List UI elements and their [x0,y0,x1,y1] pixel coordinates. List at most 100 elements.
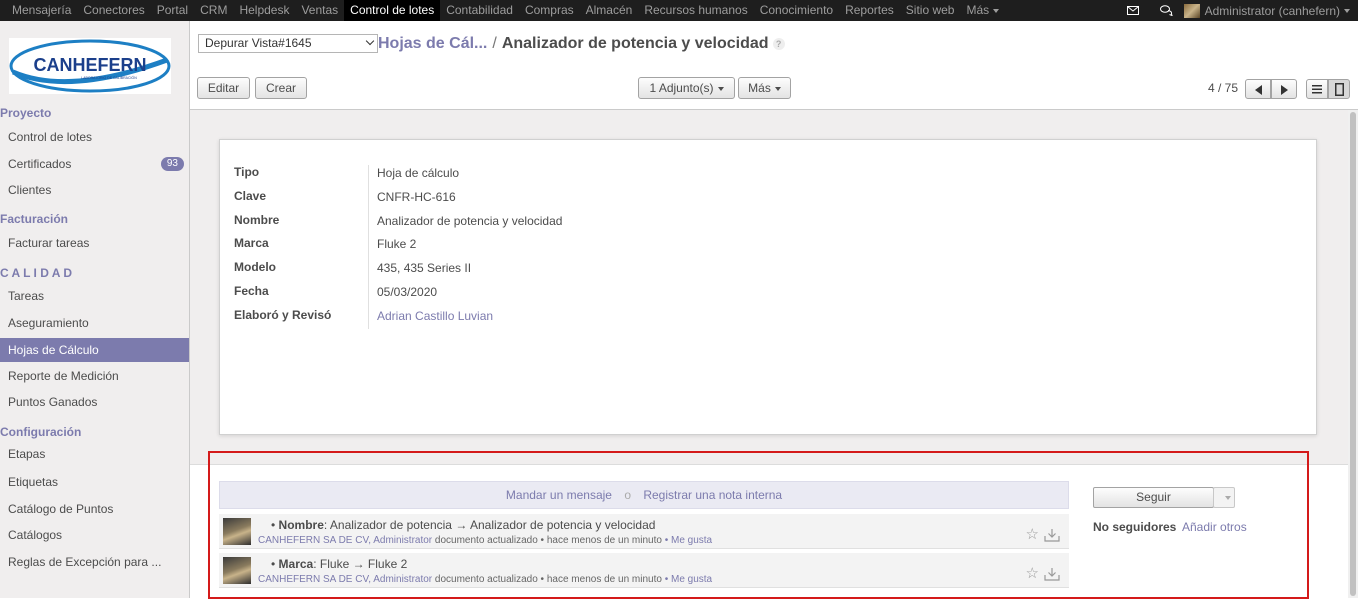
count-badge: 93 [160,157,184,171]
menu-control-de-lotes[interactable]: Control de lotes [344,0,441,21]
sidebar-item-reporte-de-medicion[interactable]: Reporte de Medición [0,364,189,388]
menu-compras[interactable]: Compras [519,0,580,21]
sidebar-item-puntos-ganados[interactable]: Puntos Ganados [0,390,189,414]
sidebar-item-aseguramiento[interactable]: Aseguramiento [0,311,189,335]
create-button[interactable]: Crear [255,77,307,99]
send-message-link[interactable]: Mandar un mensaje [506,488,612,502]
field-label-marca: Marca [234,236,269,250]
scrollbar-thumb[interactable] [1350,112,1356,596]
more-button[interactable]: Más [738,77,791,99]
field-label-fecha: Fecha [234,284,269,298]
chatter-message: • Marca: Fluke → Fluke 2 CANHEFERN SA DE… [219,553,1069,588]
field-label-elaboro-reviso: Elaboró y Revisó [234,308,332,322]
help-icon[interactable]: ? [772,37,785,50]
log-note-link[interactable]: Registrar una nota interna [643,488,782,502]
sidebar-item-control-de-lotes[interactable]: Control de lotes [0,125,189,149]
like-link[interactable]: • Me gusta [665,574,712,585]
attachments-label: 1 Adjunto(s) [649,81,714,95]
download-icon[interactable] [1044,567,1060,581]
sidebar-item-hojas-de-calculo[interactable]: Hojas de Cálculo [0,338,189,362]
sidebar-item-catalogo-de-puntos[interactable]: Catálogo de Puntos [0,497,189,521]
form-sheet: Tipo Hoja de cálculo Clave CNFR-HC-616 N… [219,139,1317,435]
changed-field: Marca [278,557,314,571]
menu-ventas[interactable]: Ventas [295,0,344,21]
logo-subtext: LABORATORIO DE CALIBRACIÓN [81,75,137,80]
debug-view-select[interactable]: Depurar Vista#1645 [198,34,378,53]
user-menu[interactable]: Administrator (canhefern) [1205,4,1350,18]
menu-conocimiento[interactable]: Conocimiento [754,0,839,21]
company-logo[interactable]: CANHEFERN LABORATORIO DE CALIBRACIÓN [9,38,171,94]
breadcrumb-parent[interactable]: Hojas de Cál... [378,35,487,52]
menu-mas[interactable]: Más [960,0,1005,21]
menu-almacen[interactable]: Almacén [580,0,639,21]
sidebar-item-etiquetas[interactable]: Etiquetas [0,470,189,494]
star-icon[interactable]: ☆ [1026,527,1039,542]
download-icon[interactable] [1044,528,1060,542]
chatter: Mandar un mensaje o Registrar una nota i… [190,451,1348,599]
sidebar-item-label: Reporte de Medición [8,369,119,383]
change-text: : Analizador de potencia → Analizador de… [323,518,656,532]
add-followers-link[interactable]: Añadir otros [1182,520,1247,534]
message-author[interactable]: CANHEFERN SA DE CV, Administrator [258,535,432,546]
follow-button[interactable]: Seguir [1093,487,1214,508]
menu-portal[interactable]: Portal [151,0,194,21]
like-label: Me gusta [670,535,713,546]
field-label-tipo: Tipo [234,165,260,179]
like-label: Me gusta [670,574,713,585]
menu-recursos-humanos[interactable]: Recursos humanos [638,0,753,21]
list-view-button[interactable] [1306,79,1328,99]
debug-view-value: Depurar Vista#1645 [205,36,312,50]
sidebar-item-label: Control de lotes [8,130,93,144]
form-view-button[interactable] [1328,79,1350,99]
menu-reportes[interactable]: Reportes [839,0,900,21]
field-value-elaboro-reviso[interactable]: Adrian Castillo Luvian [377,309,493,323]
scrollbar[interactable] [1348,110,1358,598]
sidebar-item-tareas[interactable]: Tareas [0,284,189,308]
message-meta: CANHEFERN SA DE CV, Administrator docume… [258,574,713,585]
sidebar-item-clientes[interactable]: Clientes [0,178,189,202]
arrow-left-icon [1254,84,1262,95]
section-configuracion: Configuración [0,425,82,439]
menu-sitio-web[interactable]: Sitio web [900,0,961,21]
breadcrumb-separator: / [492,35,497,52]
menu-contabilidad[interactable]: Contabilidad [440,0,519,21]
sidebar-item-catalogos[interactable]: Catálogos [0,523,189,547]
message-body: • Nombre: Analizador de potencia → Anali… [271,518,656,532]
sidebar-item-label: Clientes [8,183,52,197]
sidebar-item-label: Etapas [8,447,46,461]
menu-conectores[interactable]: Conectores [77,0,150,21]
sidebar-item-facturar-tareas[interactable]: Facturar tareas [0,231,189,255]
sidebar-item-label: Tareas [8,289,45,303]
menu-crm[interactable]: CRM [194,0,233,21]
logo-text: CANHEFERN [33,55,146,75]
sidebar-item-certificados[interactable]: Certificados 93 [0,152,189,176]
form-view: Tipo Hoja de cálculo Clave CNFR-HC-616 N… [190,110,1348,599]
sidebar-item-etapas[interactable]: Etapas [0,442,189,466]
follow-dropdown[interactable] [1213,487,1235,508]
pager-value[interactable]: 4 / 75 [1208,81,1238,95]
attachments-button[interactable]: 1 Adjunto(s) [638,77,735,99]
message-body: • Marca: Fluke → Fluke 2 [271,557,408,571]
pager-previous-button[interactable] [1245,79,1271,99]
chevron-down-icon [365,36,375,46]
like-link[interactable]: • Me gusta [665,535,712,546]
message-author[interactable]: CANHEFERN SA DE CV, Administrator [258,574,432,585]
edit-button[interactable]: Editar [197,77,250,99]
envelope-icon[interactable] [1116,0,1150,21]
sidebar-item-label: Etiquetas [8,475,59,489]
chevron-down-icon [993,8,1000,13]
sidebar-item-reglas-de-excepcion[interactable]: Reglas de Excepción para ... [0,550,189,574]
chatter-message: • Nombre: Analizador de potencia → Anali… [219,514,1069,549]
menu-helpdesk[interactable]: Helpdesk [233,0,295,21]
pager-next-button[interactable] [1271,79,1297,99]
top-navbar: Mensajería Conectores Portal CRM Helpdes… [0,0,1358,21]
menu-mensajeria[interactable]: Mensajería [6,0,77,21]
breadcrumb: Hojas de Cál... / Analizador de potencia y… [378,35,785,53]
avatar[interactable] [223,557,251,584]
star-icon[interactable]: ☆ [1026,566,1039,581]
avatar[interactable] [1183,3,1200,18]
sidebar: CANHEFERN LABORATORIO DE CALIBRACIÓN Pro… [0,21,190,598]
avatar[interactable] [223,518,251,545]
field-value-clave: CNFR-HC-616 [377,190,456,204]
chat-icon[interactable] [1150,0,1184,21]
